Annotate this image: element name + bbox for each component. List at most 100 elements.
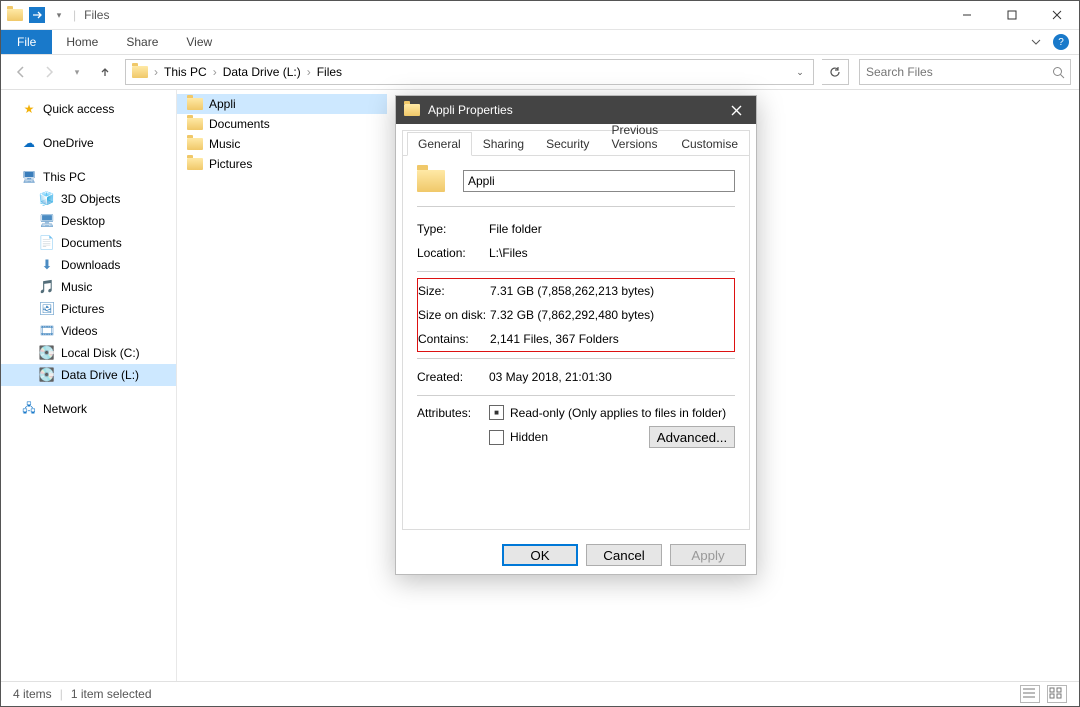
search-input[interactable] [860, 65, 1046, 79]
sidebar-item[interactable]: 🧊3D Objects [1, 188, 176, 210]
address-root-icon[interactable] [128, 66, 152, 78]
search-box[interactable] [859, 59, 1071, 85]
item-icon: 📄 [39, 235, 55, 251]
sidebar-item-label: Network [43, 402, 87, 416]
network-icon: 🖧 [21, 401, 37, 417]
ribbon-file-tab[interactable]: File [1, 30, 52, 54]
sidebar-quick-access[interactable]: ★Quick access [1, 98, 176, 120]
qat-dropdown-icon[interactable]: ▾ [51, 7, 67, 23]
cloud-icon: ☁ [21, 135, 37, 151]
ok-button[interactable]: OK [502, 544, 578, 566]
folder-name: Documents [209, 117, 270, 131]
value-location: L:\Files [489, 246, 735, 260]
dialog-title-bar[interactable]: Appli Properties [396, 96, 756, 124]
back-button[interactable] [9, 60, 33, 84]
address-bar[interactable]: › This PC › Data Drive (L:) › Files ⌄ [125, 59, 814, 85]
folder-icon [404, 104, 420, 116]
label-size-on-disk: Size on disk: [418, 308, 490, 322]
ribbon-tab-share[interactable]: Share [112, 30, 172, 54]
value-created: 03 May 2018, 21:01:30 [489, 370, 735, 384]
label-created: Created: [417, 370, 489, 384]
hidden-label: Hidden [510, 430, 548, 444]
address-dropdown-icon[interactable]: ⌄ [789, 61, 811, 83]
item-icon: ⬇ [39, 257, 55, 273]
maximize-button[interactable] [989, 1, 1034, 29]
help-icon[interactable]: ? [1053, 34, 1069, 50]
folder-icon [187, 118, 203, 130]
folder-item[interactable]: Documents [177, 114, 387, 134]
readonly-checkbox[interactable] [489, 405, 504, 420]
folder-name-input[interactable] [463, 170, 735, 192]
sidebar-item[interactable]: 🖥Desktop [1, 210, 176, 232]
folder-name: Pictures [209, 157, 252, 171]
dialog-title: Appli Properties [428, 103, 513, 117]
breadcrumb-item[interactable]: Data Drive (L:) [219, 65, 305, 79]
ribbon-tab-home[interactable]: Home [52, 30, 112, 54]
item-icon: 🎵 [39, 279, 55, 295]
properties-qat-icon[interactable] [29, 7, 45, 23]
tab-general[interactable]: General [407, 132, 472, 156]
sidebar-item-label: Data Drive (L:) [61, 368, 139, 382]
search-icon[interactable] [1046, 66, 1070, 79]
sidebar-this-pc[interactable]: 🖥This PC [1, 166, 176, 188]
breadcrumb-item[interactable]: This PC [160, 65, 211, 79]
tab-customise[interactable]: Customise [670, 132, 749, 156]
breadcrumb-item[interactable]: Files [313, 65, 346, 79]
sidebar-item[interactable]: 🎞Videos [1, 320, 176, 342]
folder-name: Music [209, 137, 240, 151]
chevron-right-icon[interactable]: › [305, 65, 313, 79]
folder-icon [187, 138, 203, 150]
folder-icon [417, 170, 445, 192]
ribbon: File Home Share View ? [1, 30, 1079, 55]
label-location: Location: [417, 246, 489, 260]
dialog-tabs: General Sharing Security Previous Versio… [403, 131, 749, 156]
close-button[interactable] [1034, 1, 1079, 29]
window-title: Files [84, 8, 109, 22]
hidden-checkbox[interactable] [489, 430, 504, 445]
apply-button[interactable]: Apply [670, 544, 746, 566]
ribbon-tab-view[interactable]: View [172, 30, 226, 54]
sidebar-network[interactable]: 🖧 Network [1, 398, 176, 420]
minimize-button[interactable] [944, 1, 989, 29]
label-size: Size: [418, 284, 490, 298]
chevron-right-icon[interactable]: › [211, 65, 219, 79]
annotation-highlight: Size:7.31 GB (7,858,262,213 bytes) Size … [417, 278, 735, 352]
label-type: Type: [417, 222, 489, 236]
sidebar-item[interactable]: 🎵Music [1, 276, 176, 298]
tab-sharing[interactable]: Sharing [472, 132, 535, 156]
sidebar-onedrive[interactable]: ☁OneDrive [1, 132, 176, 154]
status-selection: 1 item selected [71, 687, 152, 701]
status-bar: 4 items | 1 item selected [1, 681, 1079, 706]
chevron-right-icon[interactable]: › [152, 65, 160, 79]
sidebar-item[interactable]: 🖼Pictures [1, 298, 176, 320]
navigation-bar: ▾ › This PC › Data Drive (L:) › Files ⌄ [1, 55, 1079, 90]
folder-name: Appli [209, 97, 236, 111]
folder-item[interactable]: Pictures [177, 154, 387, 174]
thumbnails-view-button[interactable] [1047, 685, 1067, 703]
tab-security[interactable]: Security [535, 132, 600, 156]
dialog-close-button[interactable] [716, 96, 756, 124]
tab-previous-versions[interactable]: Previous Versions [600, 118, 670, 156]
sidebar-item[interactable]: 📄Documents [1, 232, 176, 254]
item-icon: 💽 [39, 345, 55, 361]
ribbon-expand-icon[interactable] [1023, 30, 1049, 54]
cancel-button[interactable]: Cancel [586, 544, 662, 566]
properties-dialog: Appli Properties General Sharing Securit… [395, 95, 757, 575]
advanced-button[interactable]: Advanced... [649, 426, 735, 448]
details-view-button[interactable] [1020, 685, 1040, 703]
folder-icon [7, 7, 23, 23]
folder-item[interactable]: Appli [177, 94, 387, 114]
sidebar-item[interactable]: 💽Local Disk (C:) [1, 342, 176, 364]
value-size-on-disk: 7.32 GB (7,862,292,480 bytes) [490, 308, 734, 322]
sidebar-item[interactable]: ⬇Downloads [1, 254, 176, 276]
up-button[interactable] [93, 60, 117, 84]
item-icon: 🧊 [39, 191, 55, 207]
folder-item[interactable]: Music [177, 134, 387, 154]
refresh-button[interactable] [822, 59, 849, 85]
recent-locations-button[interactable]: ▾ [65, 60, 89, 84]
sidebar-item[interactable]: 💽 Data Drive (L:) [1, 364, 176, 386]
forward-button[interactable] [37, 60, 61, 84]
item-icon: 💽 [39, 367, 55, 383]
sidebar-item-label: Videos [61, 324, 97, 338]
status-item-count: 4 items [13, 687, 52, 701]
